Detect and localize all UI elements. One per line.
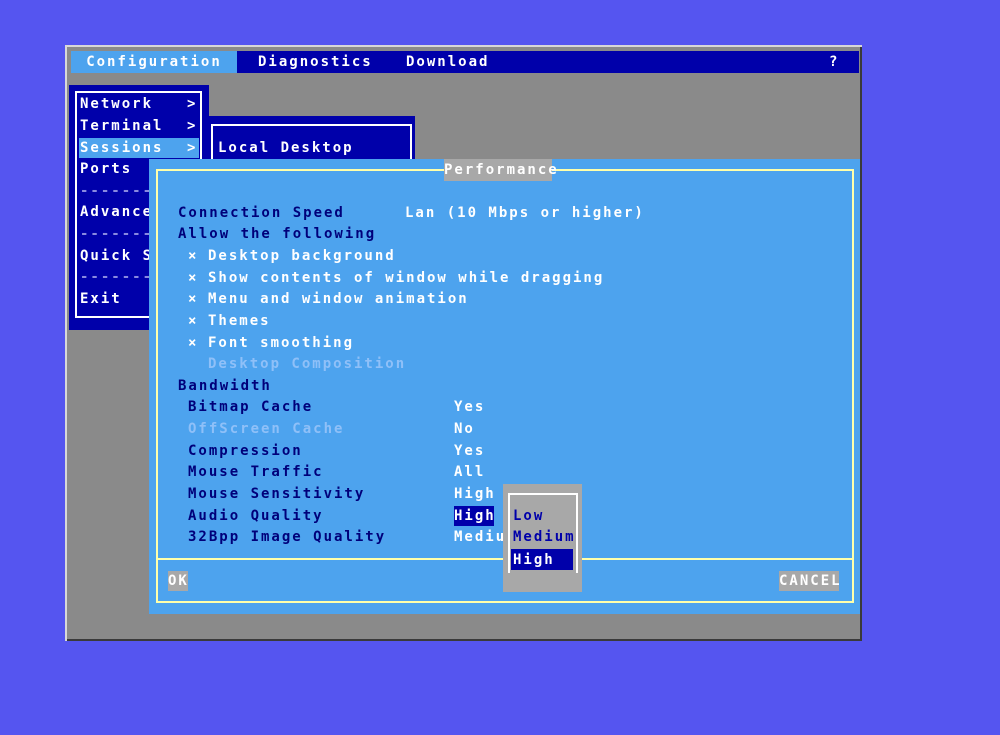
menu-item-sessions[interactable]: Sessions: [80, 138, 163, 158]
menu-separator: -------: [80, 183, 154, 199]
value-audio-quality[interactable]: High: [454, 506, 496, 526]
menu-item-ports[interactable]: Ports: [80, 159, 132, 179]
menu-separator: -------: [80, 269, 154, 285]
menu-item-advanced[interactable]: Advance: [80, 202, 153, 222]
dialog-title: Performance: [444, 159, 557, 181]
submenu-arrow-icon: >: [187, 118, 198, 134]
value-offscreen-cache[interactable]: No: [454, 419, 475, 439]
label-compression: Compression: [188, 443, 303, 459]
menu-item-terminal[interactable]: Terminal: [80, 116, 163, 136]
checkbox-themes[interactable]: ×: [188, 311, 198, 331]
menu-download[interactable]: Download: [406, 51, 489, 73]
value-mouse-traffic[interactable]: All: [454, 462, 485, 482]
value-bitmap-cache[interactable]: Yes: [454, 397, 485, 417]
label-desktop-composition: Desktop Composition: [208, 356, 407, 372]
submenu-arrow-icon: >: [187, 96, 198, 112]
bandwidth-heading: Bandwidth: [178, 378, 272, 394]
menu-item-quick-setup[interactable]: Quick S: [80, 246, 153, 266]
menu-diagnostics[interactable]: Diagnostics: [258, 51, 373, 73]
submenu-item-local-desktop[interactable]: Local Desktop: [218, 138, 354, 158]
dropdown-option-medium[interactable]: Medium: [513, 527, 576, 547]
label-offscreen-cache: OffScreen Cache: [188, 421, 345, 437]
checkbox-desktop-background[interactable]: ×: [188, 246, 198, 266]
value-32bpp-image-quality[interactable]: Mediu: [454, 527, 506, 547]
label-show-contents-dragging: Show contents of window while dragging: [208, 270, 605, 286]
checkbox-menu-animation[interactable]: ×: [188, 289, 198, 309]
menu-help[interactable]: ?: [829, 51, 839, 73]
label-mouse-sensitivity: Mouse Sensitivity: [188, 486, 366, 502]
label-bitmap-cache: Bitmap Cache: [188, 399, 314, 415]
menu-separator: -------: [80, 226, 154, 242]
label-font-smoothing: Font smoothing: [208, 335, 355, 351]
submenu-arrow-icon: >: [187, 140, 198, 156]
label-themes: Themes: [208, 313, 271, 329]
menu-item-exit[interactable]: Exit: [80, 289, 122, 309]
cancel-button[interactable]: CANCEL: [779, 571, 840, 591]
dropdown-option-low[interactable]: Low: [513, 506, 544, 526]
value-mouse-sensitivity[interactable]: High: [454, 484, 496, 504]
checkbox-show-contents-dragging[interactable]: ×: [188, 268, 198, 288]
checkbox-font-smoothing[interactable]: ×: [188, 333, 198, 353]
value-compression[interactable]: Yes: [454, 441, 485, 461]
label-desktop-background: Desktop background: [208, 248, 396, 264]
label-mouse-traffic: Mouse Traffic: [188, 464, 324, 480]
connection-speed-label: Connection Speed: [178, 205, 345, 221]
ok-button[interactable]: OK: [168, 571, 188, 591]
label-32bpp-image-quality: 32Bpp Image Quality: [188, 529, 387, 545]
dropdown-option-high[interactable]: High: [513, 550, 555, 570]
allow-heading: Allow the following: [178, 226, 377, 242]
connection-speed-value[interactable]: Lan (10 Mbps or higher): [405, 203, 645, 223]
menu-item-network[interactable]: Network: [80, 94, 153, 114]
label-menu-animation: Menu and window animation: [208, 291, 469, 307]
menu-configuration[interactable]: Configuration: [71, 51, 237, 73]
label-audio-quality: Audio Quality: [188, 508, 324, 524]
